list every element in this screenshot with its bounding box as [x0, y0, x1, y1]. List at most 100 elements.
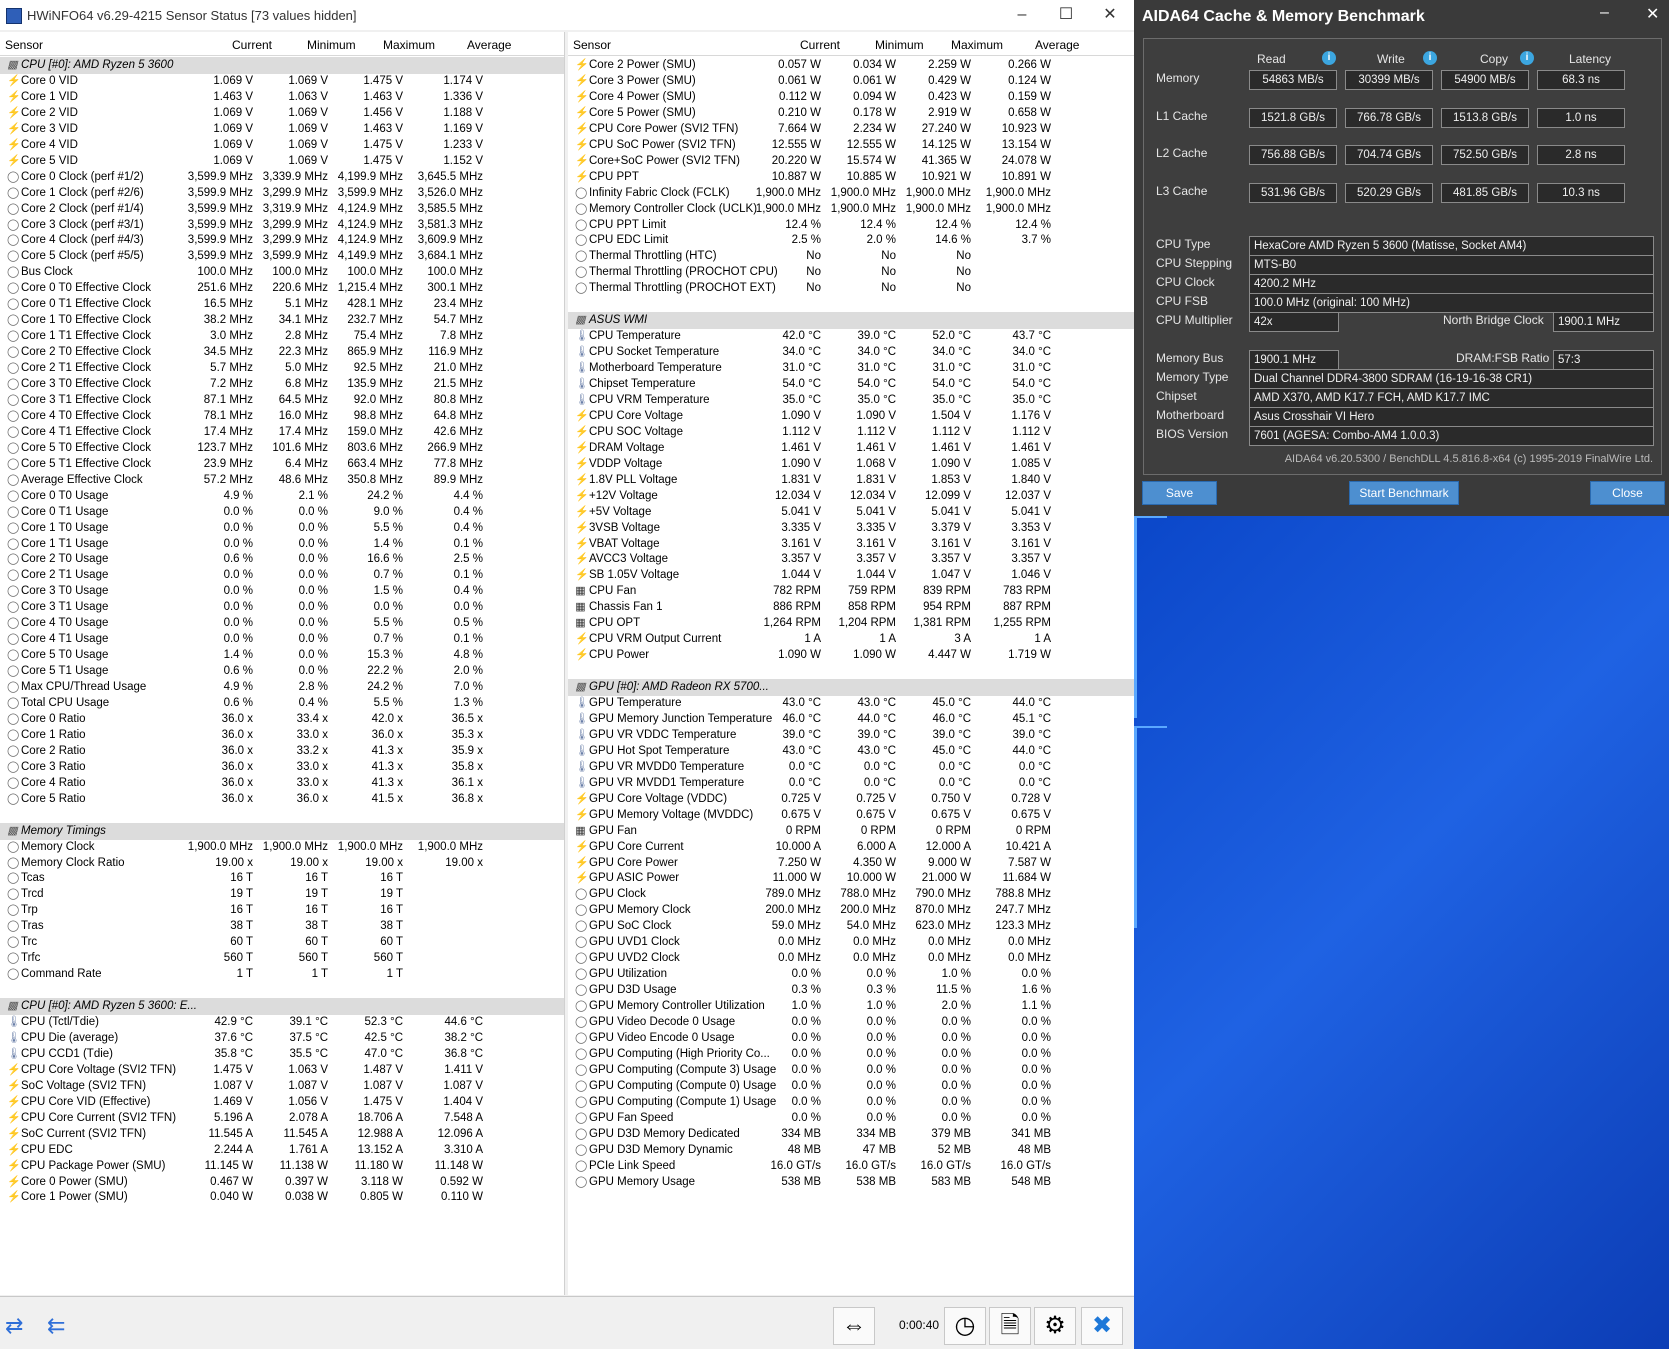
sensor-row[interactable]: ⚡ VDDP Voltage 1.090 V 1.068 V 1.090 V 1.085 …	[568, 456, 1134, 473]
sensor-row[interactable]: ◯ GPU Memory Controller Utilization 1.0 % 1…	[568, 998, 1134, 1015]
sensor-row[interactable]: ◯ Core 3 Clock (perf #3/1) 3,599.9 MHz 3,29…	[0, 217, 564, 234]
sensor-row[interactable]: ⚡ GPU Core Power 7.250 W 4.350 W 9.000 W 7.58…	[568, 855, 1134, 872]
col-sensor[interactable]: Sensor	[5, 38, 43, 52]
sensor-row[interactable]: ◯ Core 4 Clock (perf #4/3) 3,599.9 MHz 3,29…	[0, 232, 564, 249]
sensor-row[interactable]: ◯ Core 1 T0 Usage 0.0 % 0.0 % 5.5 % 0.4 %	[0, 520, 564, 537]
sensor-row[interactable]: 🌡 CPU VRM Temperature 35.0 °C 35.0 °C 35.0 °…	[568, 392, 1134, 409]
sensor-row[interactable]: ⚡ CPU EDC 2.244 A 1.761 A 13.152 A 3.310 A	[0, 1142, 564, 1159]
sensor-row[interactable]: ◯ Trp 16 T 16 T 16 T	[0, 902, 564, 919]
col-maximum[interactable]: Maximum	[951, 38, 1003, 52]
sensor-row[interactable]: ◯ Core 5 T1 Usage 0.6 % 0.0 % 22.2 % 2.0 %	[0, 663, 564, 680]
close-button[interactable]: ✕	[1088, 3, 1132, 27]
sensor-row[interactable]: ◯ Core 2 T0 Usage 0.6 % 0.0 % 16.6 % 2.5 %	[0, 551, 564, 568]
sensor-row[interactable]: 🌡 GPU Memory Junction Temperature 46.0 °C 4…	[568, 711, 1134, 728]
sensor-row[interactable]: 🌡 CPU Temperature 42.0 °C 39.0 °C 52.0 °C 43.…	[568, 328, 1134, 345]
sensor-group-header[interactable]: ▩ Memory Timings	[0, 822, 564, 840]
sensor-row[interactable]: ◯ Average Effective Clock 57.2 MHz 48.6 MHz…	[0, 472, 564, 489]
sensor-row[interactable]: ◯ Thermal Throttling (PROCHOT EXT) No No No	[568, 280, 1134, 297]
sensor-row[interactable]: ⚡ CPU Core VID (Effective) 1.469 V 1.056 V 1…	[0, 1094, 564, 1111]
sensor-row[interactable]: 🌡 GPU VR MVDD0 Temperature 0.0 °C 0.0 °C 0.0…	[568, 759, 1134, 776]
sensor-row[interactable]: 🌡 Chipset Temperature 54.0 °C 54.0 °C 54.0 °…	[568, 376, 1134, 393]
sensor-row[interactable]: ◯ Core 1 Ratio 36.0 x 33.0 x 36.0 x 35.3 x	[0, 727, 564, 744]
sensor-row[interactable]: ◯ GPU Memory Usage 538 MB 538 MB 583 MB 548 M…	[568, 1174, 1134, 1191]
info-icon[interactable]: i	[1520, 51, 1534, 65]
sensor-row[interactable]: ◯ Total CPU Usage 0.6 % 0.4 % 5.5 % 1.3 %	[0, 695, 564, 712]
sensor-row[interactable]: ◯ Thermal Throttling (PROCHOT CPU) No No No	[568, 264, 1134, 281]
sensor-row[interactable]: ◯ Trc 60 T 60 T 60 T	[0, 934, 564, 951]
sensor-row[interactable]: ⚡ Core 2 VID 1.069 V 1.069 V 1.456 V 1.188 V	[0, 105, 564, 122]
close-button[interactable]: Close	[1590, 481, 1665, 505]
maximize-button[interactable]: ☐	[1044, 3, 1088, 27]
sensor-row[interactable]: ◯ Core 5 T0 Effective Clock 123.7 MHz 101.6…	[0, 440, 564, 457]
sensor-row[interactable]: ◯ Core 2 T1 Effective Clock 5.7 MHz 5.0 MHz…	[0, 360, 564, 377]
sensor-row[interactable]: ◯ GPU Memory Clock 200.0 MHz 200.0 MHz 870.0…	[568, 902, 1134, 919]
sensor-row[interactable]: ◯ Core 2 Clock (perf #1/4) 3,599.9 MHz 3,31…	[0, 201, 564, 218]
sensor-row[interactable]: ◯ GPU Computing (Compute 0) Usage 0.0 % 0.0…	[568, 1078, 1134, 1095]
sensor-row[interactable]: ⚡ GPU Core Current 10.000 A 6.000 A 12.000 A…	[568, 839, 1134, 856]
sensor-row[interactable]: ◯ Core 3 T0 Usage 0.0 % 0.0 % 1.5 % 0.4 %	[0, 583, 564, 600]
sensor-row[interactable]: ⚡ 1.8V PLL Voltage 1.831 V 1.831 V 1.853 V 1.…	[568, 472, 1134, 489]
sensor-group-header[interactable]: ▩ ASUS WMI	[568, 312, 1134, 330]
sensor-row[interactable]: ◯ CPU EDC Limit 2.5 % 2.0 % 14.6 % 3.7 %	[568, 232, 1134, 249]
sensor-row[interactable]: ◯ Memory Clock Ratio 19.00 x 19.00 x 19.00 x…	[0, 855, 564, 872]
arrows-left-right-icon[interactable]: ⇄	[5, 1315, 23, 1337]
sensor-row[interactable]: ◯ Max CPU/Thread Usage 4.9 % 2.8 % 24.2 % 7.0…	[0, 679, 564, 696]
sensor-row[interactable]: ◯ GPU UVD1 Clock 0.0 MHz 0.0 MHz 0.0 MHz 0.0 …	[568, 934, 1134, 951]
sensor-group-header[interactable]: ▩ GPU [#0]: AMD Radeon RX 5700...	[568, 679, 1134, 697]
sensor-row[interactable]: ◯ GPU Video Encode 0 Usage 0.0 % 0.0 % 0.0 %…	[568, 1030, 1134, 1047]
sensor-row[interactable]: ⚡ GPU ASIC Power 11.000 W 10.000 W 21.000 W 1…	[568, 870, 1134, 887]
sensor-row[interactable]: ◯ GPU Computing (Compute 1) Usage 0.0 % 0.0…	[568, 1094, 1134, 1111]
sensor-row[interactable]: ◯ GPU Computing (High Priority Co... 0.0 %…	[568, 1046, 1134, 1063]
sensor-row[interactable]: ⚡ DRAM Voltage 1.461 V 1.461 V 1.461 V 1.461 …	[568, 440, 1134, 457]
sensor-row[interactable]: ⚡ CPU Core Current (SVI2 TFN) 5.196 A 2.078…	[0, 1110, 564, 1127]
sensor-row[interactable]: ▦ CPU Fan 782 RPM 759 RPM 839 RPM 783 RPM	[568, 583, 1134, 600]
sensor-row[interactable]: 🌡 GPU Hot Spot Temperature 43.0 °C 43.0 °C 4…	[568, 743, 1134, 760]
sensor-row[interactable]: ⚡ +12V Voltage 12.034 V 12.034 V 12.099 V 12.…	[568, 488, 1134, 505]
sensor-row[interactable]: ⚡ SoC Current (SVI2 TFN) 11.545 A 11.545 A 1…	[0, 1126, 564, 1143]
sensor-row[interactable]: ⚡ SoC Voltage (SVI2 TFN) 1.087 V 1.087 V 1.0…	[0, 1078, 564, 1095]
col-sensor[interactable]: Sensor	[573, 38, 611, 52]
sensor-row[interactable]: ◯ Core 3 T0 Effective Clock 7.2 MHz 6.8 MHz…	[0, 376, 564, 393]
close-icon[interactable]: ✖	[1081, 1307, 1123, 1345]
sensor-row[interactable]: ⚡ AVCC3 Voltage 3.357 V 3.357 V 3.357 V 3.357…	[568, 551, 1134, 568]
sensor-row[interactable]: 🌡 GPU Temperature 43.0 °C 43.0 °C 45.0 °C 44.…	[568, 695, 1134, 712]
clock-icon[interactable]: ◷	[944, 1307, 986, 1345]
start-benchmark-button[interactable]: Start Benchmark	[1349, 481, 1459, 505]
sensor-row[interactable]: ⚡ Core+SoC Power (SVI2 TFN) 20.220 W 15.574…	[568, 153, 1134, 170]
report-add-icon[interactable]: 🗎	[989, 1307, 1031, 1345]
sensor-row[interactable]: ◯ Core 0 T1 Effective Clock 16.5 MHz 5.1 MH…	[0, 296, 564, 313]
sensor-row[interactable]: ⚡ Core 3 Power (SMU) 0.061 W 0.061 W 0.429 W…	[568, 73, 1134, 90]
sensor-row[interactable]: ⚡ Core 0 VID 1.069 V 1.069 V 1.475 V 1.174 V	[0, 73, 564, 90]
sensor-row[interactable]: ▦ CPU OPT 1,264 RPM 1,204 RPM 1,381 RPM 1,255…	[568, 615, 1134, 632]
sensor-row[interactable]: ◯ Core 5 Ratio 36.0 x 36.0 x 41.5 x 36.8 x	[0, 791, 564, 808]
sensor-row[interactable]: ⚡ CPU PPT 10.887 W 10.885 W 10.921 W 10.891 W	[568, 169, 1134, 186]
sensor-group-header[interactable]: ▩ CPU [#0]: AMD Ryzen 5 3600	[0, 57, 564, 74]
sensor-row[interactable]: 🌡 CPU CCD1 (Tdie) 35.8 °C 35.5 °C 47.0 °C 36.…	[0, 1046, 564, 1063]
sensor-row[interactable]: ◯ Trfc 560 T 560 T 560 T	[0, 950, 564, 967]
sensor-row[interactable]: ⚡ Core 2 Power (SMU) 0.057 W 0.034 W 2.259 W…	[568, 57, 1134, 74]
sensor-row[interactable]: ◯ Core 4 T1 Effective Clock 17.4 MHz 17.4 M…	[0, 424, 564, 441]
sensor-row[interactable]: ◯ Thermal Throttling (HTC) No No No	[568, 248, 1134, 265]
sensor-row[interactable]: ⚡ GPU Core Voltage (VDDC) 0.725 V 0.725 V 0.…	[568, 791, 1134, 808]
col-average[interactable]: Average	[467, 38, 511, 52]
sensor-row[interactable]: ⚡ Core 3 VID 1.069 V 1.069 V 1.463 V 1.169 V	[0, 121, 564, 138]
sensor-row[interactable]: ⚡ Core 4 VID 1.069 V 1.069 V 1.475 V 1.233 V	[0, 137, 564, 154]
sensor-row[interactable]: ⚡ Core 1 VID 1.463 V 1.063 V 1.463 V 1.336 V	[0, 89, 564, 106]
sensor-row[interactable]: ◯ Core 1 Clock (perf #2/6) 3,599.9 MHz 3,29…	[0, 185, 564, 202]
sensor-row[interactable]: ◯ Core 4 Ratio 36.0 x 33.0 x 41.3 x 36.1 x	[0, 775, 564, 792]
sensor-row[interactable]: ◯ GPU Fan Speed 0.0 % 0.0 % 0.0 % 0.0 %	[568, 1110, 1134, 1127]
sensor-row[interactable]: ◯ GPU Video Decode 0 Usage 0.0 % 0.0 % 0.0 %…	[568, 1014, 1134, 1031]
sensor-row[interactable]: ◯ Core 4 T1 Usage 0.0 % 0.0 % 0.7 % 0.1 %	[0, 631, 564, 648]
sensor-row[interactable]: 🌡 GPU VR VDDC Temperature 39.0 °C 39.0 °C 39…	[568, 727, 1134, 744]
minimize-button[interactable]: –	[1600, 4, 1609, 22]
sensor-row[interactable]: ◯ Trcd 19 T 19 T 19 T	[0, 886, 564, 903]
sensor-row[interactable]: ◯ CPU PPT Limit 12.4 % 12.4 % 12.4 % 12.4 %	[568, 217, 1134, 234]
info-icon[interactable]: i	[1322, 51, 1336, 65]
sensor-row[interactable]: ◯ GPU SoC Clock 59.0 MHz 54.0 MHz 623.0 MHz 1…	[568, 918, 1134, 935]
sensor-row[interactable]: ⚡ GPU Memory Voltage (MVDDC) 0.675 V 0.675 …	[568, 807, 1134, 824]
sensor-row[interactable]: ⚡ CPU VRM Output Current 1 A 1 A 3 A 1 A	[568, 631, 1134, 648]
sensor-row[interactable]: ◯ Core 3 Ratio 36.0 x 33.0 x 41.3 x 35.8 x	[0, 759, 564, 776]
sensor-row[interactable]: ◯ Core 0 T0 Effective Clock 251.6 MHz 220.6…	[0, 280, 564, 297]
sensor-row[interactable]: ⚡ VBAT Voltage 3.161 V 3.161 V 3.161 V 3.161 …	[568, 536, 1134, 553]
sensor-row[interactable]: ⚡ 3VSB Voltage 3.335 V 3.335 V 3.379 V 3.353 …	[568, 520, 1134, 537]
